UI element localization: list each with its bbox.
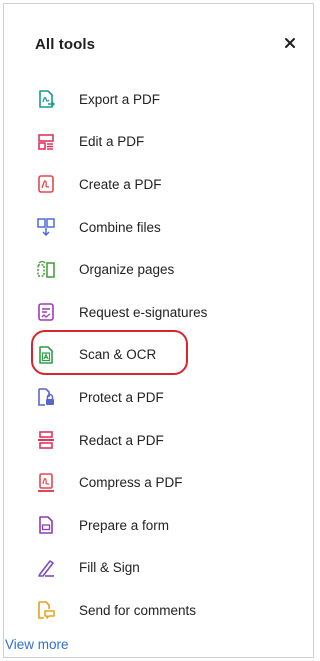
prepare-form-icon bbox=[39, 516, 53, 535]
combine-files-icon bbox=[37, 218, 55, 237]
tool-item-compress-pdf[interactable]: Compress a PDF bbox=[4, 461, 313, 504]
export-pdf-icon bbox=[39, 90, 55, 109]
tool-label: Organize pages bbox=[79, 262, 175, 278]
tool-label: Send for comments bbox=[79, 602, 197, 618]
tool-label: Prepare a form bbox=[79, 517, 170, 533]
organize-pages-icon bbox=[37, 260, 55, 278]
tool-item-fill-sign[interactable]: Fill & Sign bbox=[4, 547, 313, 590]
close-icon[interactable] bbox=[283, 36, 297, 50]
tool-item-export-pdf[interactable]: Export a PDF bbox=[4, 78, 313, 121]
tool-label: Fill & Sign bbox=[79, 560, 140, 576]
tool-label: Compress a PDF bbox=[79, 475, 183, 491]
tool-item-scan-ocr[interactable]: Scan & OCR bbox=[4, 334, 313, 377]
panel-title: All tools bbox=[35, 36, 96, 53]
send-for-comments-icon bbox=[38, 601, 55, 620]
tool-list: Export a PDF Edit a PDF Create a PDF Com… bbox=[4, 78, 313, 632]
tool-label: Protect a PDF bbox=[79, 389, 164, 405]
tool-label: Create a PDF bbox=[79, 176, 162, 192]
fill-sign-icon bbox=[38, 560, 54, 577]
tool-label: Combine files bbox=[79, 219, 161, 235]
tool-item-redact-pdf[interactable]: Redact a PDF bbox=[4, 419, 313, 462]
create-pdf-icon bbox=[38, 175, 54, 194]
tool-item-organize-pages[interactable]: Organize pages bbox=[4, 248, 313, 291]
tool-item-request-esignatures[interactable]: Request e-signatures bbox=[4, 291, 313, 334]
request-esignatures-icon bbox=[38, 303, 54, 322]
tool-item-edit-pdf[interactable]: Edit a PDF bbox=[4, 121, 313, 164]
tool-item-protect-pdf[interactable]: Protect a PDF bbox=[4, 376, 313, 419]
tool-label: Export a PDF bbox=[79, 91, 161, 107]
tool-item-create-pdf[interactable]: Create a PDF bbox=[4, 163, 313, 206]
tool-item-combine-files[interactable]: Combine files bbox=[4, 206, 313, 249]
tool-item-prepare-form[interactable]: Prepare a form bbox=[4, 504, 313, 547]
scan-ocr-icon bbox=[39, 346, 53, 364]
redact-pdf-icon bbox=[38, 431, 54, 449]
tool-item-send-for-comments[interactable]: Send for comments bbox=[4, 589, 313, 632]
panel-header: All tools bbox=[4, 4, 313, 84]
view-more-link[interactable]: View more bbox=[5, 637, 69, 652]
tool-label: Scan & OCR bbox=[79, 347, 157, 363]
protect-pdf-icon bbox=[38, 388, 54, 407]
edit-pdf-icon bbox=[38, 134, 54, 150]
all-tools-panel: All tools Export a PDF Edit a PDF Create… bbox=[3, 3, 314, 658]
tool-label: Request e-signatures bbox=[79, 304, 208, 320]
tool-label: Redact a PDF bbox=[79, 432, 164, 448]
compress-pdf-icon bbox=[38, 472, 54, 492]
tool-label: Edit a PDF bbox=[79, 134, 145, 150]
